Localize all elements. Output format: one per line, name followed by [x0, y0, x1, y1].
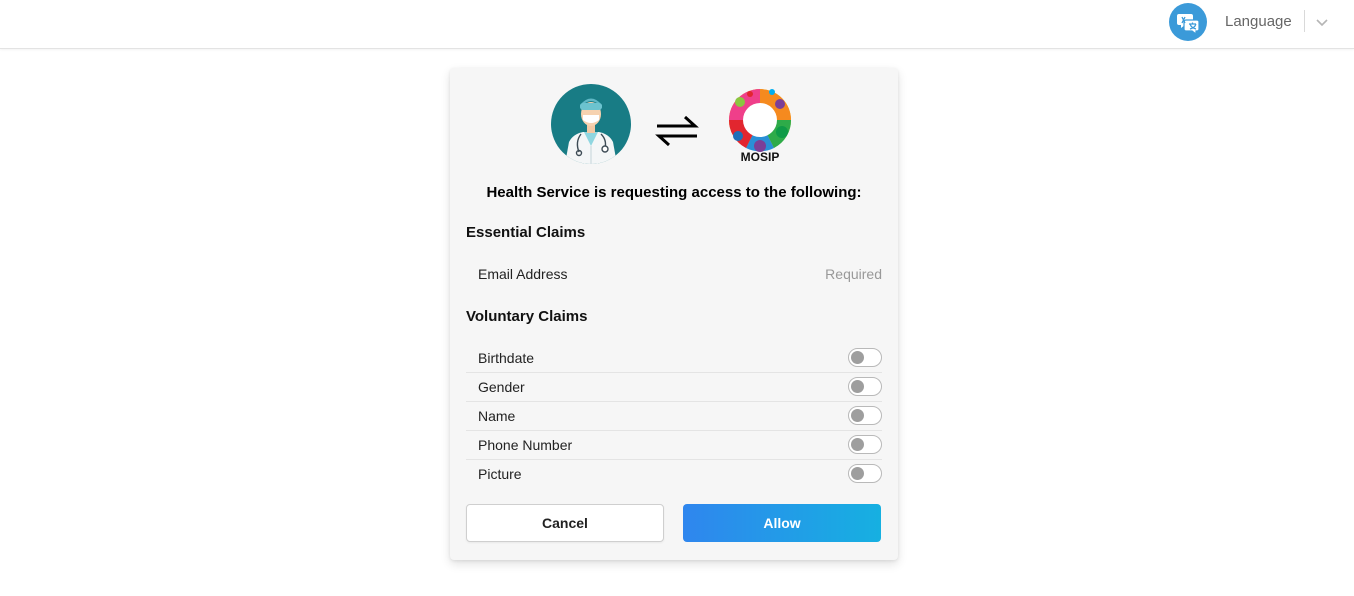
mosip-logo: MOSIP: [726, 82, 794, 164]
gender-toggle[interactable]: [848, 377, 882, 396]
swap-arrows-icon: [653, 112, 701, 150]
chevron-down-icon[interactable]: [1315, 15, 1329, 27]
required-badge: Required: [825, 266, 882, 282]
claim-label: Gender: [478, 379, 525, 395]
picture-toggle[interactable]: [848, 464, 882, 483]
claim-row-gender: Gender: [466, 373, 882, 402]
toggle-knob: [851, 467, 864, 480]
claim-label: Picture: [478, 466, 522, 482]
claim-label: Phone Number: [478, 437, 573, 453]
claim-row-email: Email Address Required: [466, 260, 882, 289]
name-toggle[interactable]: [848, 406, 882, 425]
language-label[interactable]: Language: [1225, 13, 1292, 30]
toggle-knob: [851, 438, 864, 451]
allow-button[interactable]: Allow: [683, 504, 881, 542]
claim-label: Name: [478, 408, 516, 424]
claim-label: Birthdate: [478, 350, 535, 366]
claim-row-phone-number: Phone Number: [466, 431, 882, 460]
language-chat-icon[interactable]: [1169, 3, 1207, 41]
mosip-wordmark: MOSIP: [741, 150, 780, 164]
claim-row-birthdate: Birthdate: [466, 344, 882, 373]
claim-label: Email Address: [478, 266, 568, 282]
divider: [1304, 10, 1305, 32]
toggle-knob: [851, 409, 864, 422]
top-bar: Language: [0, 0, 1354, 49]
voluntary-claims-title: Voluntary Claims: [466, 308, 588, 325]
claim-row-name: Name: [466, 402, 882, 431]
birthdate-toggle[interactable]: [848, 348, 882, 367]
toggle-knob: [851, 380, 864, 393]
consent-card: MOSIP Health Service is requesting acces…: [450, 68, 898, 560]
claim-row-picture: Picture: [466, 460, 882, 489]
cancel-button[interactable]: Cancel: [466, 504, 664, 542]
consent-heading: Health Service is requesting access to t…: [486, 184, 862, 201]
phone-number-toggle[interactable]: [848, 435, 882, 454]
doctor-avatar-logo: [551, 84, 631, 164]
toggle-knob: [851, 351, 864, 364]
essential-claims-title: Essential Claims: [466, 224, 586, 241]
